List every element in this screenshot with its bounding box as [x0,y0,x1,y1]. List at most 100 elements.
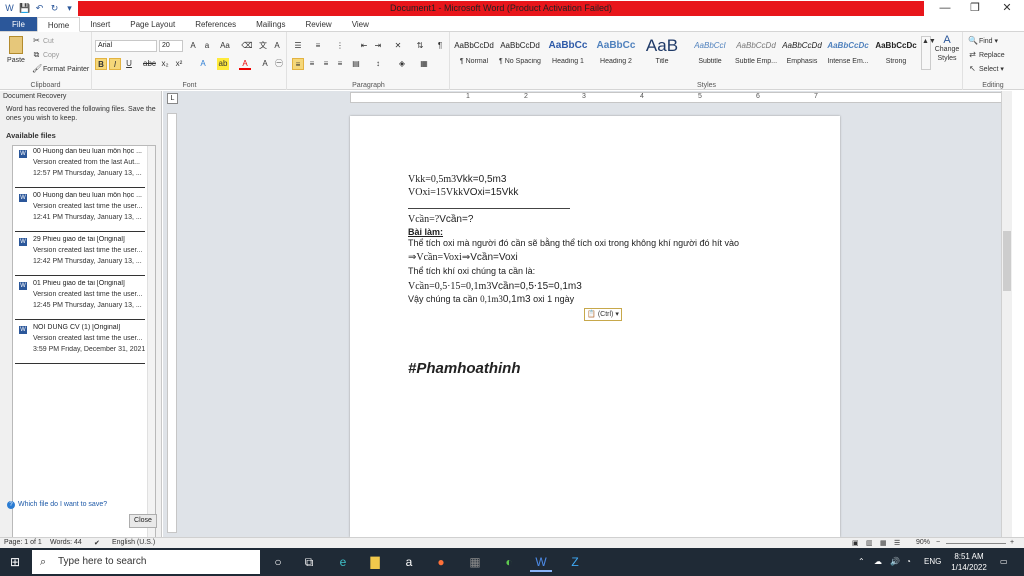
file-list-scrollbar[interactable] [147,146,155,542]
tray-chevron-icon[interactable]: ⌃ [858,548,865,576]
network-icon[interactable]: ☁ [874,548,882,576]
subscript-button[interactable]: x₂ [159,58,171,70]
taskbar-search-box[interactable]: ⌕ Type here to search [32,550,260,574]
document-page[interactable]: Vkk=0,5m3Vkk=0,5m3 VOxi=15VkkVOxi=15Vkk … [350,116,840,537]
align-right-icon[interactable]: ≡ [320,58,332,70]
tab-review[interactable]: Review [295,17,341,31]
recovered-file-item[interactable]: W 01 Phieu giao de tai [Original] Versio… [15,280,145,320]
replace-button[interactable]: ⇄ Replace [968,50,1005,59]
recovered-file-item[interactable]: W 29 Phieu giao de tai [Original] Versio… [15,236,145,276]
strikethrough-button[interactable]: abc [143,58,156,70]
task-view-icon[interactable]: ⧉ [298,552,320,572]
firefox-icon[interactable]: ● [430,552,452,572]
style-title[interactable]: AaB Title [641,34,683,72]
style-emphasis[interactable]: AaBbCcDd Emphasis [781,34,823,72]
recovered-file-item[interactable]: W NOI DUNG CV (1) [Original] Version cre… [15,324,145,364]
copy-button[interactable]: ⧉ Copy [32,50,60,59]
language-indicator[interactable]: English (U.S.) [112,539,155,546]
paste-button[interactable]: Paste [5,36,27,64]
font-color-icon[interactable]: A [239,58,251,70]
char-shading-icon[interactable]: A [259,58,271,70]
sort-icon[interactable]: ⇅ [414,40,426,52]
horizontal-ruler[interactable]: 1 2 3 4 5 6 7 [350,92,1005,103]
zoom-level[interactable]: 90% [916,539,930,546]
vertical-scrollbar[interactable] [1001,91,1012,537]
bold-button[interactable]: B [95,58,107,70]
underline-button[interactable]: U [123,58,135,70]
zoom-in-icon[interactable]: + [1010,539,1014,546]
close-window-icon[interactable]: ✕ [992,0,1022,17]
vertical-ruler[interactable] [167,113,177,533]
align-center-icon[interactable]: ≡ [306,58,318,70]
grow-font-icon[interactable]: A [187,40,199,52]
text-effects-icon[interactable]: A [197,58,209,70]
full-screen-reading-icon[interactable]: ▥ [866,539,873,547]
bullets-icon[interactable]: ☰ [292,40,304,52]
styles-scroll-icon[interactable]: ▲▼ [921,36,936,70]
change-case-icon[interactable]: Aa [219,40,231,52]
tab-references[interactable]: References [185,17,246,31]
proofing-icon[interactable]: ✔ [94,539,100,547]
tab-insert[interactable]: Insert [80,17,120,31]
page-count[interactable]: Page: 1 of 1 [4,539,42,546]
style-heading-1[interactable]: AaBbCc Heading 1 [547,34,589,72]
style-strong[interactable]: AaBbCcDc Strong [875,34,917,72]
numbering-icon[interactable]: ≡ [312,40,324,52]
which-file-help-link[interactable]: ? Which file do I want to save? [7,501,107,509]
tab-home[interactable]: Home [36,17,81,32]
shrink-font-icon[interactable]: a [201,40,213,52]
app-green-icon[interactable]: ◐ [498,552,520,572]
format-painter-button[interactable]: 🖌 Format Painter [32,64,89,73]
save-icon[interactable]: 💾 [19,3,30,14]
justify-icon[interactable]: ≡ [334,58,346,70]
change-styles-button[interactable]: A Change Styles [933,35,961,63]
italic-button[interactable]: I [109,58,121,70]
style-subtle-emphasis[interactable]: AaBbCcDd Subtle Emp... [735,34,777,72]
file-explorer-icon[interactable]: ▇ [364,552,386,572]
tab-file[interactable]: File [0,17,37,31]
word-count[interactable]: Words: 44 [50,539,82,546]
borders-icon[interactable]: ▦ [418,58,430,70]
style-no-spacing[interactable]: AaBbCcDd ¶ No Spacing [499,34,541,72]
phonetic-icon[interactable]: 文 [257,40,269,52]
windows-start-icon[interactable]: ⊞ [10,555,24,569]
find-button[interactable]: 🔍 Find ▾ [968,36,998,45]
distribute-icon[interactable]: ▤ [350,58,362,70]
zoom-out-icon[interactable]: − [936,539,940,546]
shading-icon[interactable]: ◈ [396,58,408,70]
style-subtitle[interactable]: AaBbCcI Subtitle [689,34,731,72]
zoom-slider[interactable] [946,543,1006,544]
outline-icon[interactable]: ☰ [894,539,900,547]
input-language[interactable]: ENG [924,548,941,576]
highlight-icon[interactable]: ab [217,58,229,70]
paste-options-button[interactable]: 📋 (Ctrl) ▾ [584,308,622,321]
scrollbar-thumb[interactable] [1003,231,1011,291]
calculator-icon[interactable]: ▦ [464,552,486,572]
font-family-select[interactable]: Arial [95,40,157,52]
font-size-select[interactable]: 20 [159,40,183,52]
enclose-char-icon[interactable]: ㊀ [273,58,285,70]
cortana-icon[interactable]: ○ [267,552,289,572]
cut-button[interactable]: ✂ Cut [32,36,54,45]
tab-selector[interactable]: L [167,93,178,104]
customize-icon[interactable]: ▾ [64,3,75,14]
wifi-icon[interactable]: ◔ [906,548,911,576]
pilcrow-icon[interactable]: ¶ [434,40,446,52]
text-direction-icon[interactable]: ✕ [392,40,404,52]
recovered-file-item[interactable]: W 00 Huong dan tieu luan môn học ... Ver… [15,192,145,232]
volume-icon[interactable]: 🔊 [890,548,900,576]
tab-mailings[interactable]: Mailings [246,17,295,31]
tab-page-layout[interactable]: Page Layout [120,17,185,31]
edge-icon[interactable]: e [332,552,354,572]
superscript-button[interactable]: x² [173,58,185,70]
print-layout-icon[interactable]: ▣ [852,539,859,547]
multilevel-list-icon[interactable]: ⋮ [334,40,346,52]
word-app-icon[interactable]: W [4,3,15,14]
zalo-icon[interactable]: Z [564,552,586,572]
notification-icon[interactable]: ▭ [1000,548,1008,576]
redo-icon[interactable]: ↻ [49,3,60,14]
amazon-icon[interactable]: a [398,552,420,572]
style-heading-2[interactable]: AaBbCc Heading 2 [595,34,637,72]
web-layout-icon[interactable]: ▦ [880,539,887,547]
recovered-file-item[interactable]: W 00 Huong dan tieu luan môn học ... Ver… [15,148,145,188]
